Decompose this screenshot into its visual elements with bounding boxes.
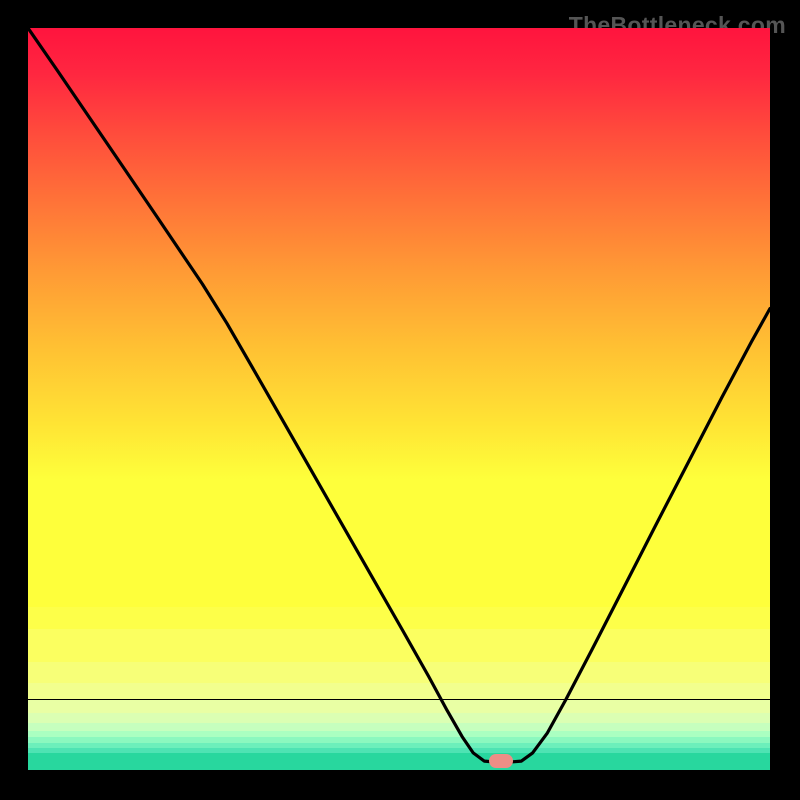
optimal-point-marker (489, 754, 513, 768)
line-chart-svg (28, 28, 770, 770)
plot-area (28, 28, 770, 770)
bottleneck-curve (28, 28, 770, 763)
